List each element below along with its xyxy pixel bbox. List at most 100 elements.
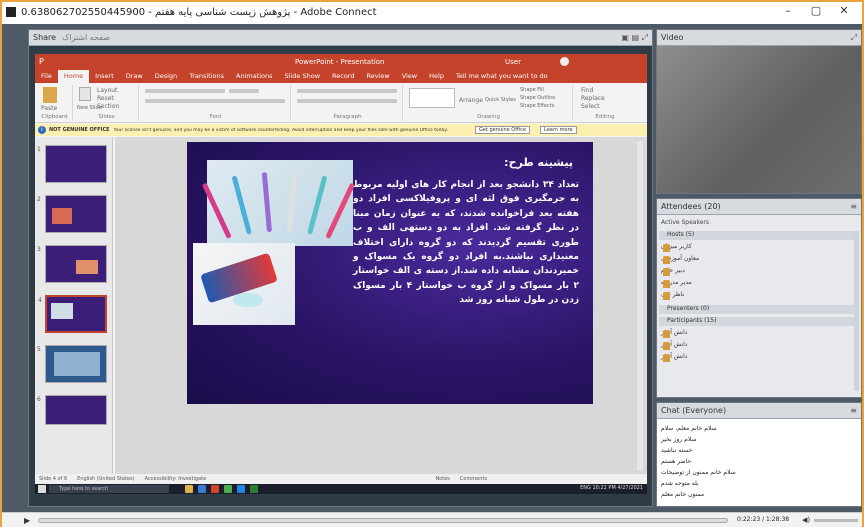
tab-slide-show[interactable]: Slide Show <box>279 70 326 83</box>
pod-options-icon[interactable]: ≡ <box>850 202 857 211</box>
ribbon: Paste Clipboard New Slide Layout Reset S… <box>35 83 647 123</box>
shape-fill-button[interactable]: Shape Fill <box>520 87 544 93</box>
tab-record[interactable]: Record <box>326 70 360 83</box>
group-font: Font <box>141 85 291 121</box>
font-format-buttons[interactable] <box>145 99 285 103</box>
tab-animations[interactable]: Animations <box>230 70 279 83</box>
taskbar-search[interactable]: Type here to search <box>49 485 169 493</box>
close-button[interactable]: ✕ <box>830 4 858 20</box>
share-pod-header: Share صفحه اشتراک ▣ ▤ ⤢ <box>29 30 652 46</box>
attendees-pod-header: Attendees (20) ≡ <box>657 199 861 215</box>
powerpoint-taskbar-icon[interactable] <box>211 485 219 493</box>
find-button[interactable]: Find <box>581 87 593 94</box>
active-speakers: Active Speakers <box>661 219 709 226</box>
tell-me-search[interactable]: Tell me what you want to do <box>450 70 554 83</box>
layout-button[interactable]: Layout <box>97 87 117 94</box>
pod-options-icon[interactable]: ⤢ <box>851 33 857 43</box>
participants-label: Participants (15) <box>667 317 717 324</box>
user-avatar[interactable] <box>560 57 569 66</box>
tab-transitions[interactable]: Transitions <box>183 70 230 83</box>
accessibility-status[interactable]: Accessibility: Investigate <box>145 476 207 482</box>
slide-scrollbar[interactable] <box>637 141 643 471</box>
notes-button[interactable]: Notes <box>435 476 449 482</box>
new-slide-icon[interactable] <box>79 87 91 101</box>
tab-file[interactable]: File <box>35 70 58 83</box>
attendees-scrollbar[interactable] <box>854 231 859 391</box>
chat-message: بله متوجه شدم <box>661 480 699 487</box>
attendee-row[interactable]: دانش آموز <box>661 341 857 351</box>
windows-start-icon[interactable] <box>38 485 46 493</box>
slide-editor: پیشینه طرح: تعداد ۳۴ دانشجو بعد از انجام… <box>115 137 647 474</box>
attendee-row[interactable]: مدیر مدرسه <box>661 279 857 289</box>
file-explorer-icon[interactable] <box>185 485 193 493</box>
taskbar-tray: ENG 10:22 PM 4/27/2021 <box>580 485 643 491</box>
slide-thumbnail[interactable]: 2 <box>37 195 107 233</box>
tab-review[interactable]: Review <box>360 70 395 83</box>
section-button[interactable]: Section <box>97 103 119 110</box>
slide-thumbnail[interactable]: 5 <box>37 345 107 383</box>
attendee-row[interactable]: دانش آموز <box>661 329 857 339</box>
attendee-row[interactable]: ناظر فنی <box>661 291 857 301</box>
pod-options-icon[interactable]: ▣ ▤ ⤢ <box>621 33 648 43</box>
attendee-row[interactable]: دبیر علوم <box>661 267 857 277</box>
participants-section-header[interactable]: Participants (15) <box>659 317 859 326</box>
thumbnail-number: 2 <box>37 196 41 203</box>
quick-styles-button[interactable]: Quick Styles <box>485 97 516 103</box>
chrome-icon[interactable] <box>224 485 232 493</box>
presenters-section-header[interactable]: Presenters (0) <box>659 305 859 314</box>
word-icon[interactable] <box>237 485 245 493</box>
hosts-label: Hosts (5) <box>667 231 695 238</box>
slide-thumbnail[interactable]: 3 <box>37 245 107 283</box>
paragraph-list-buttons[interactable] <box>297 89 397 93</box>
tab-view[interactable]: View <box>396 70 423 83</box>
slide-thumbnail[interactable]: 1 <box>37 145 107 183</box>
person-icon <box>663 280 670 288</box>
learn-more-button[interactable]: Learn more <box>540 126 577 134</box>
maximize-button[interactable]: ▢ <box>802 4 830 20</box>
attendee-row[interactable]: کاربر میزبان <box>661 243 857 253</box>
person-icon <box>663 244 670 252</box>
select-button[interactable]: Select <box>581 103 600 110</box>
language-status[interactable]: English (United States) <box>77 476 134 482</box>
ppt-user: User <box>505 58 521 66</box>
shape-effects-button[interactable]: Shape Effects <box>520 103 554 109</box>
minimize-button[interactable]: – <box>774 4 802 20</box>
comments-button[interactable]: Comments <box>460 476 487 482</box>
arrange-button[interactable]: Arrange <box>459 97 483 104</box>
font-size-box[interactable] <box>229 89 259 93</box>
paragraph-align-buttons[interactable] <box>297 99 397 103</box>
font-name-box[interactable] <box>145 89 225 93</box>
playback-scrubber[interactable] <box>38 518 728 523</box>
paste-icon[interactable] <box>43 87 57 103</box>
slide-thumbnail[interactable]: 6 <box>37 395 107 425</box>
tab-home[interactable]: Home <box>57 70 90 83</box>
attendee-row[interactable]: دانش آموز <box>661 353 857 363</box>
shapes-gallery[interactable] <box>409 88 455 108</box>
tab-draw[interactable]: Draw <box>120 70 149 83</box>
volume-icon[interactable]: ◀) <box>802 516 810 524</box>
ppt-window-title: PowerPoint - Presentation <box>295 58 385 66</box>
warning-text: Your license isn't genuine, and you may … <box>113 127 448 133</box>
tab-insert[interactable]: Insert <box>89 70 120 83</box>
attendee-row[interactable]: معاون آموزشی <box>661 255 857 265</box>
edge-icon[interactable] <box>198 485 206 493</box>
get-genuine-office-button[interactable]: Get genuine Office <box>475 126 530 134</box>
tab-design[interactable]: Design <box>149 70 183 83</box>
replace-button[interactable]: Replace <box>581 95 605 102</box>
reset-button[interactable]: Reset <box>97 95 114 102</box>
excel-icon[interactable] <box>250 485 258 493</box>
share-pod-body: P PowerPoint - Presentation User File Ho… <box>29 46 652 506</box>
hosts-section-header[interactable]: Hosts (5) <box>659 231 859 240</box>
chat-message: سلام روز بخیر <box>661 436 697 443</box>
play-icon[interactable]: ▶ <box>24 516 30 525</box>
shape-outline-button[interactable]: Shape Outline <box>520 95 555 101</box>
font-label: Font <box>209 114 222 120</box>
pod-options-icon[interactable]: ≡ <box>850 406 857 415</box>
thumbnail-number: 5 <box>37 346 41 353</box>
current-slide[interactable]: پیشینه طرح: تعداد ۳۴ دانشجو بعد از انجام… <box>187 142 593 404</box>
volume-slider[interactable] <box>814 519 858 522</box>
tab-help[interactable]: Help <box>423 70 450 83</box>
slide-thumbnail-selected[interactable]: 4 <box>38 295 107 333</box>
share-pod-title: Share <box>33 33 57 42</box>
person-icon <box>663 330 670 338</box>
